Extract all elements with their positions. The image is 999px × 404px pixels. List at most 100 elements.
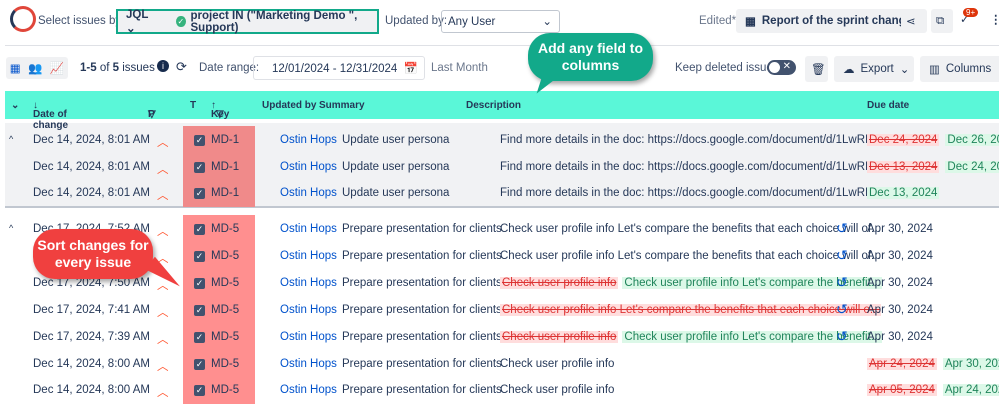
info-icon[interactable]: i [157,60,169,72]
description-text: Check user profile info Let's compare th… [500,223,881,235]
date-range-input[interactable]: 12/01/2024 - 12/31/2024 📅 [253,56,425,80]
save-button[interactable]: ⧉ [931,9,953,33]
due-date-cell: Dec 13, 2024 [867,187,940,199]
summary-cell: Update user persona [342,161,450,173]
table-view-icon[interactable]: ▦ [10,61,21,75]
description-cell: Check user profile info Let's compare th… [500,250,881,262]
user-link[interactable]: Ostin Hops [280,187,337,199]
issue-key-link[interactable]: MD-5 [211,384,239,396]
due-date-old: Dec 13, 2024 [867,161,940,173]
user-link[interactable]: Ostin Hops [280,304,337,316]
due-date-cell: Apr 30, 2024 [867,331,933,343]
task-type-icon: ✓ [194,305,205,316]
cloud-download-icon: ☁ [843,64,855,76]
col-type[interactable]: T [190,100,196,111]
last-month-preset[interactable]: Last Month [431,62,488,74]
keep-deleted-toggle[interactable]: ✕ [767,60,796,75]
user-link[interactable]: Ostin Hops [280,161,337,173]
user-link[interactable]: Ostin Hops [280,223,337,235]
user-link[interactable]: Ostin Hops [280,358,337,370]
priority-high-icon: ︿ [157,334,169,346]
summary-cell: Prepare presentation for clients [342,304,502,316]
query-input[interactable]: ✓ project IN ("Marketing Demo ", Support) [176,10,377,34]
col-summary[interactable]: Summary [319,100,365,111]
due-date-new: Apr 30, 2024 [942,358,999,370]
table-row[interactable]: ^Dec 17, 2024, 7:52 AM︿✓MD-5Ostin HopsPr… [5,216,999,243]
table-row[interactable]: Dec 14, 2024, 8:00 AM ︿ ✓ MD-5 Ostin Hops Pre… [5,377,999,404]
columns-icon: ▥ [929,64,940,76]
due-date-cell: Apr 05, 2024 Apr 24, 2024 [867,384,999,396]
delete-button[interactable]: 🗑 [805,56,828,82]
notification-badge: 9+ [963,8,979,17]
edited-indicator: Edited* [699,15,737,27]
summary-cell: Prepare presentation for clients [342,358,502,370]
collapse-all-icon[interactable]: ⌄ [11,100,19,111]
description-text: Find more details in the doc: https://do… [500,161,900,173]
table-row[interactable]: Dec 14, 2024, 8:00 AM ︿ ✓ MD-5 Ostin Hops Pre… [5,351,999,378]
report-select-button[interactable]: ▦ Report of the sprint changes [736,9,928,33]
due-date-cell: Apr 30, 2024 [867,223,933,235]
share-button[interactable]: ⋖ [901,9,923,33]
table-row[interactable]: Dec 17, 2024, 7:39 AM ︿ ✓ MD-5 Ostin Hops Pre… [5,324,999,351]
user-link[interactable]: Ostin Hops [280,277,337,289]
revert-icon[interactable]: ↺ [836,220,848,237]
user-link[interactable]: Ostin Hops [280,384,337,396]
description-old: Check user profile info [500,277,619,289]
table-row[interactable]: ^ Dec 14, 2024, 8:01 AM ︿ ✓ MD-1 Ostin Hops Up… [5,127,999,154]
revert-icon[interactable]: ↺ [836,247,848,264]
user-link[interactable]: Ostin Hops [280,250,337,262]
col-date-of-change[interactable]: Date of change ↓ [33,100,68,131]
task-type-icon: ✓ [194,162,205,173]
table-row[interactable]: Dec 17, 2024, 7:41 AM ︿ ✓ MD-5 Ostin Hops Pre… [5,297,999,324]
revert-icon[interactable]: ↺ [836,328,848,345]
collapse-group-icon[interactable]: ^ [9,223,13,233]
date-cell: Dec 14, 2024, 8:01 AM [33,187,150,199]
table-row[interactable]: Dec 14, 2024, 8:01 AM ︿ ✓ MD-1 Ostin Hops Upd… [5,180,999,207]
description-cell: Check user profile info Check user profil… [500,277,883,289]
issue-key-link[interactable]: MD-1 [211,161,239,173]
col-key[interactable]: Key ↑ ▽ [211,100,229,120]
close-icon: ✕ [782,61,791,72]
chart-view-icon[interactable]: 📈 [50,61,64,75]
view-switcher: ▦ 👥 📈 [6,57,68,79]
task-type-icon: ✓ [194,188,205,199]
issue-key-link[interactable]: MD-5 [211,223,239,235]
issue-key-link[interactable]: MD-5 [211,358,239,370]
summary-cell: Update user persona [342,187,450,199]
collapse-group-icon[interactable]: ^ [9,134,13,144]
description-cell: Check user profile info [500,358,614,370]
more-menu-icon[interactable]: ⋮ [990,12,999,26]
col-updated-by[interactable]: Updated by [262,100,316,111]
date-cell: Dec 14, 2024, 8:00 AM [33,358,150,370]
description-text: Find more details in the doc: https://do… [500,134,900,146]
mode-select[interactable]: JQL ⌄ [118,9,164,35]
columns-button[interactable]: ▥Columns⌄ [920,56,999,82]
issue-key-link[interactable]: MD-5 [211,250,239,262]
issue-key-link[interactable]: MD-5 [211,277,239,289]
description-text: Check user profile info Let's compare th… [500,250,881,262]
priority-high-icon: ︿ [157,307,169,319]
summary-cell: Prepare presentation for clients [342,384,502,396]
due-date-new: Dec 26, 2024 [945,134,999,146]
issue-key-link[interactable]: MD-5 [211,331,239,343]
updated-by-select[interactable]: Any User ⌄ [441,10,560,33]
refresh-icon[interactable]: ⟳ [176,59,187,75]
calendar-icon[interactable]: 📅 [404,61,418,75]
issue-key-link[interactable]: MD-1 [211,187,239,199]
col-due-date[interactable]: Due date [867,100,909,111]
export-button[interactable]: ☁ Export ⌄ [834,56,914,82]
issue-key-link[interactable]: MD-1 [211,134,239,146]
notifications-button[interactable]: ✓ 9+ [960,8,979,26]
revert-icon[interactable]: ↺ [836,274,848,291]
toggle-knob [769,62,780,73]
description-text: Find more details in the doc: https://do… [500,187,900,199]
user-link[interactable]: Ostin Hops [280,331,337,343]
date-cell: Dec 17, 2024, 7:39 AM [33,331,150,343]
col-description[interactable]: Description [466,100,521,111]
user-link[interactable]: Ostin Hops [280,134,337,146]
issue-key-link[interactable]: MD-5 [211,304,239,316]
table-row[interactable]: Dec 14, 2024, 8:01 AM ︿ ✓ MD-1 Ostin Hops Upd… [5,154,999,181]
revert-icon[interactable]: ↺ [836,301,848,318]
users-view-icon[interactable]: 👥 [28,61,42,75]
keep-deleted-label: Keep deleted issues [675,62,779,74]
